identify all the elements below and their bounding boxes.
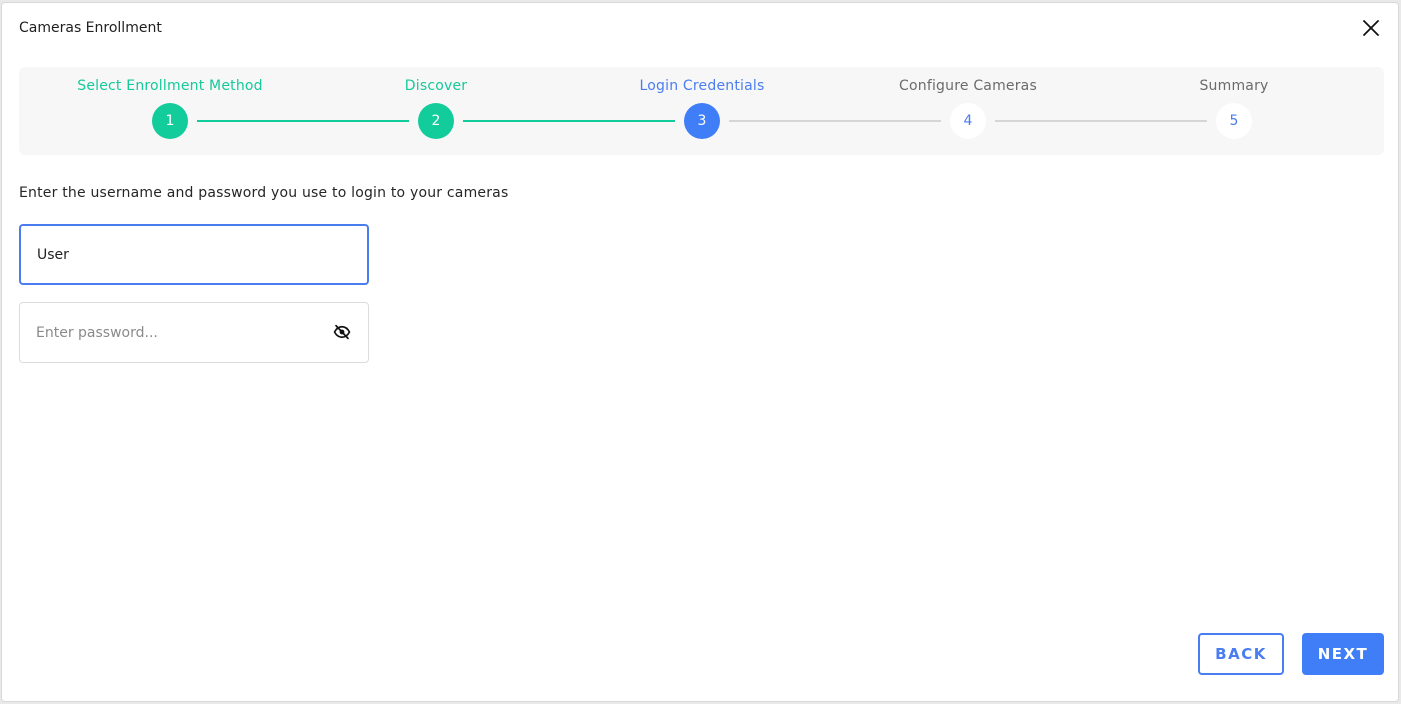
username-input[interactable]: [37, 226, 317, 283]
step-number: 5: [1216, 103, 1252, 139]
credentials-instruction: Enter the username and password you use …: [19, 185, 509, 201]
back-button[interactable]: BACK: [1198, 633, 1284, 675]
password-field[interactable]: [19, 302, 369, 363]
username-field[interactable]: [19, 224, 369, 285]
step-label: Discover: [404, 78, 468, 94]
next-button[interactable]: NEXT: [1302, 633, 1384, 675]
step-label: Summary: [1199, 78, 1269, 94]
step-label: Login Credentials: [639, 78, 765, 94]
stepper: Select Enrollment Method 1 Discover 2 Lo…: [19, 67, 1384, 155]
password-input[interactable]: [36, 303, 316, 362]
step-discover: Discover 2: [306, 67, 566, 155]
step-number: 1: [152, 103, 188, 139]
step-number: 3: [684, 103, 720, 139]
eye-off-icon[interactable]: [333, 323, 351, 341]
enrollment-dialog: Cameras Enrollment Select Enrollment Met…: [1, 2, 1399, 702]
step-login-credentials: Login Credentials 3: [572, 67, 832, 155]
step-number: 4: [950, 103, 986, 139]
step-label: Configure Cameras: [899, 78, 1037, 94]
close-icon[interactable]: [1362, 19, 1380, 37]
step-label: Select Enrollment Method: [77, 78, 263, 94]
step-select-enrollment-method: Select Enrollment Method 1: [40, 67, 300, 155]
step-configure-cameras: Configure Cameras 4: [838, 67, 1098, 155]
step-summary: Summary 5: [1104, 67, 1364, 155]
dialog-title: Cameras Enrollment: [19, 20, 162, 36]
step-number: 2: [418, 103, 454, 139]
